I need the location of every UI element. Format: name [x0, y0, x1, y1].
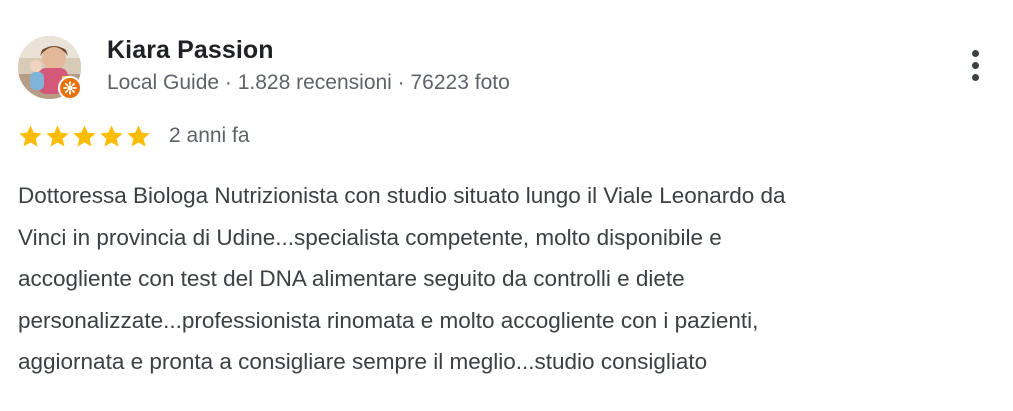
avatar[interactable]: [18, 36, 82, 100]
local-guide-badge-icon: [58, 76, 82, 100]
author-name[interactable]: Kiara Passion: [107, 36, 274, 65]
star-icon: [17, 123, 44, 150]
star-icon: [98, 123, 125, 150]
star-icon: [71, 123, 98, 150]
star-icon: [44, 123, 71, 150]
rating-row: 2 anni fa: [17, 122, 250, 150]
review-card: Kiara Passion Local Guide · 1.828 recens…: [0, 0, 1013, 411]
star-icon: [125, 123, 152, 150]
review-date: 2 anni fa: [169, 124, 250, 147]
more-options-button[interactable]: [956, 42, 996, 90]
star-rating: [17, 123, 152, 150]
review-text: Dottoressa Biologa Nutrizionista con stu…: [18, 183, 786, 374]
author-meta: Local Guide · 1.828 recensioni · 76223 f…: [107, 71, 510, 94]
